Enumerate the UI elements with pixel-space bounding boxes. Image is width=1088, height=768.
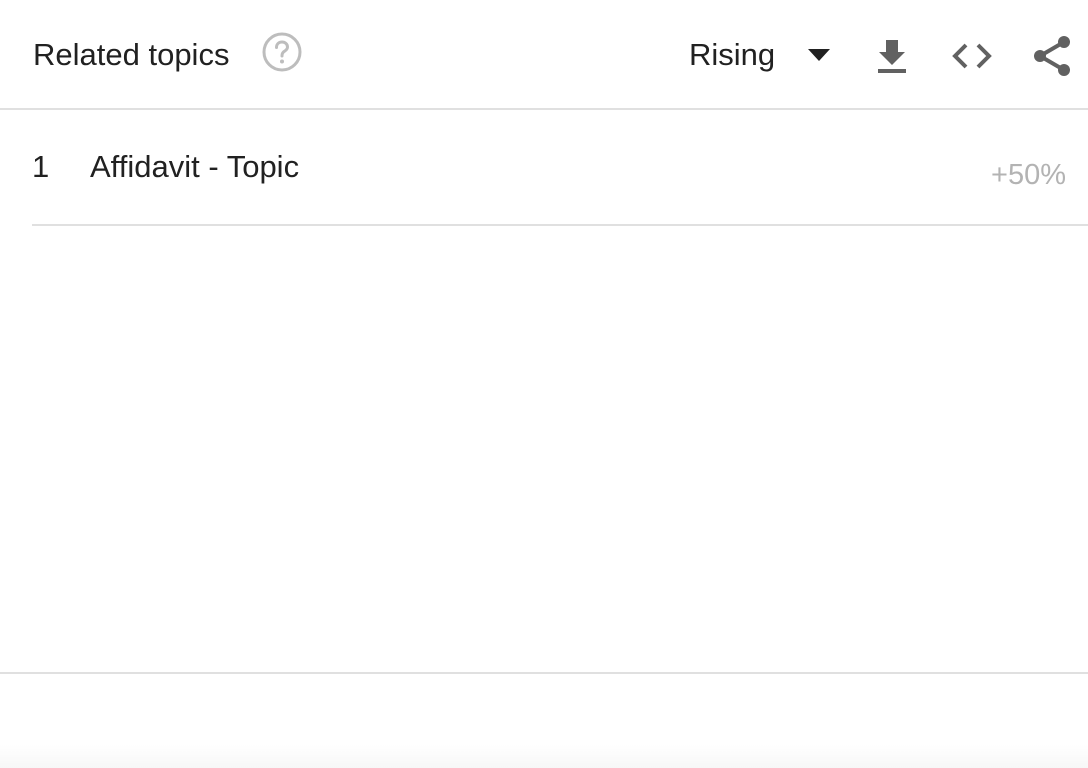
list-item-topic[interactable]: Affidavit - Topic xyxy=(90,148,299,186)
code-embed-icon[interactable] xyxy=(950,36,994,76)
caret-down-icon xyxy=(807,48,831,62)
card-title: Related topics xyxy=(33,37,230,72)
sort-dropdown[interactable]: Rising xyxy=(689,34,839,78)
download-icon[interactable] xyxy=(872,36,912,76)
sort-selected-label: Rising xyxy=(689,37,776,72)
list-item[interactable]: 1 Affidavit - Topic +50% xyxy=(32,112,1088,226)
list-item-rank: 1 xyxy=(32,149,50,184)
help-circle-icon[interactable] xyxy=(262,32,302,72)
footer-area xyxy=(0,674,1088,768)
related-topics-card: Related topics Rising 1 Affidavit - Topi… xyxy=(0,0,1088,768)
list-item-value: +50% xyxy=(991,159,1066,191)
card-header: Related topics Rising xyxy=(0,0,1088,110)
share-icon[interactable] xyxy=(1030,34,1074,78)
